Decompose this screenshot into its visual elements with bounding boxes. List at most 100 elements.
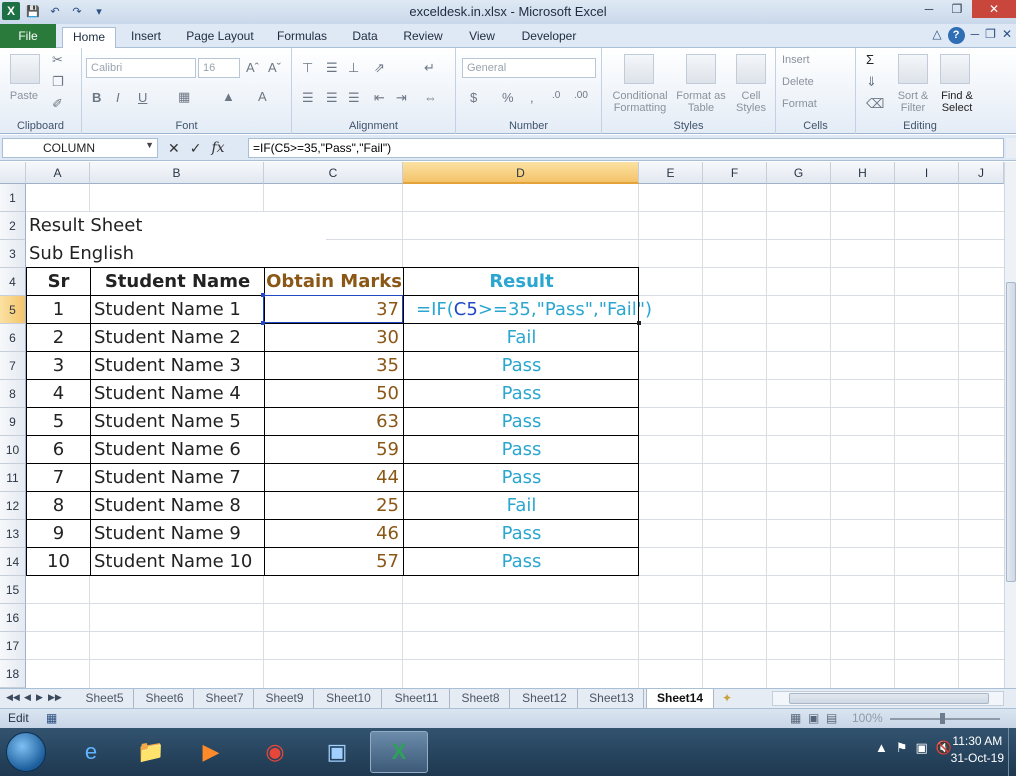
tab-data[interactable]: Data <box>346 27 384 48</box>
sr-cell[interactable]: 5 <box>26 408 90 436</box>
page-break-view-icon[interactable]: ▤ <box>826 711 837 725</box>
sort-filter-button[interactable]: Sort & Filter <box>892 90 934 114</box>
vertical-scroll-thumb[interactable] <box>1006 282 1016 582</box>
marks-cell[interactable]: 35 <box>264 352 403 380</box>
clock[interactable]: 11:30 AM 31-Oct-19 <box>951 733 1004 767</box>
result-cell[interactable]: Pass <box>403 352 639 380</box>
result-cell[interactable]: Pass <box>403 436 639 464</box>
zoom-level[interactable]: 100% <box>852 711 883 725</box>
sr-cell[interactable]: 4 <box>26 380 90 408</box>
file-explorer-icon[interactable]: 📁 <box>122 731 180 773</box>
student-name-cell[interactable]: Student Name 3 <box>90 352 264 380</box>
tab-insert[interactable]: Insert <box>124 27 168 48</box>
shrink-font-icon[interactable]: Aˇ <box>268 60 281 75</box>
row-header[interactable]: 5 <box>0 296 26 324</box>
chrome-icon[interactable]: ◉ <box>246 731 304 773</box>
decrease-indent-icon[interactable]: ⇤ <box>374 90 385 106</box>
result-cell[interactable]: Pass <box>403 520 639 548</box>
align-top-icon[interactable]: ⊤ <box>302 60 313 76</box>
column-header-a[interactable]: A <box>26 162 90 184</box>
increase-decimal-icon[interactable]: .0 <box>552 90 560 101</box>
reference-handle[interactable] <box>261 321 265 325</box>
student-name-cell[interactable]: Student Name 4 <box>90 380 264 408</box>
paste-button[interactable]: Paste <box>4 90 44 102</box>
sr-cell[interactable]: 2 <box>26 324 90 352</box>
enter-icon[interactable]: ✓ <box>190 140 202 157</box>
cell-styles-icon[interactable] <box>736 54 766 84</box>
student-name-cell[interactable]: Student Name 8 <box>90 492 264 520</box>
row-header[interactable]: 4 <box>0 268 26 296</box>
help-icon[interactable]: ? <box>947 27 965 44</box>
insert-function-button[interactable]: fx <box>211 140 224 156</box>
horizontal-scrollbar[interactable] <box>772 691 1004 706</box>
number-format-select[interactable]: General <box>462 58 596 78</box>
sr-cell[interactable]: 3 <box>26 352 90 380</box>
cell-styles-button[interactable]: Cell Styles <box>730 90 772 114</box>
close-button[interactable]: ✕ <box>972 0 1016 18</box>
fill-handle[interactable] <box>637 321 641 325</box>
grow-font-icon[interactable]: Aˆ <box>246 60 259 75</box>
row-header[interactable]: 3 <box>0 240 26 268</box>
marks-cell[interactable]: 59 <box>264 436 403 464</box>
column-header-c[interactable]: C <box>264 162 403 184</box>
align-left-icon[interactable]: ☰ <box>302 90 314 106</box>
format-as-table-icon[interactable] <box>686 54 716 84</box>
sr-cell[interactable]: 1 <box>26 296 90 324</box>
align-center-icon[interactable]: ☰ <box>326 90 338 106</box>
network-icon[interactable]: ▣ <box>916 740 928 756</box>
marks-cell[interactable]: 25 <box>264 492 403 520</box>
currency-button[interactable]: $ <box>470 90 477 105</box>
sheet-tab-active[interactable]: Sheet14 <box>646 689 714 708</box>
sr-cell[interactable]: 7 <box>26 464 90 492</box>
show-desktop-button[interactable] <box>1008 728 1016 776</box>
merge-center-icon[interactable]: ⇔ <box>424 90 437 105</box>
cancel-icon[interactable]: ✕ <box>168 140 180 157</box>
marks-cell[interactable]: 50 <box>264 380 403 408</box>
zoom-slider[interactable] <box>890 713 1000 724</box>
row-header[interactable]: 6 <box>0 324 26 352</box>
italic-button[interactable]: I <box>116 90 120 105</box>
comma-button[interactable]: , <box>530 90 534 105</box>
conditional-formatting-button[interactable]: Conditional Formatting <box>606 90 674 114</box>
image-viewer-icon[interactable]: ▣ <box>308 731 366 773</box>
formula-bar-expand[interactable] <box>1006 138 1016 158</box>
row-header[interactable]: 8 <box>0 380 26 408</box>
student-name-cell[interactable]: Student Name 7 <box>90 464 264 492</box>
zoom-slider-knob[interactable] <box>940 713 945 724</box>
column-header-f[interactable]: F <box>703 162 767 184</box>
reference-handle[interactable] <box>261 293 265 297</box>
sheet-tab[interactable]: Sheet12 <box>512 689 578 708</box>
student-name-cell[interactable]: Student Name 9 <box>90 520 264 548</box>
result-cell[interactable]: Fail <box>403 324 639 352</box>
sheet-tab[interactable]: Sheet7 <box>196 689 254 708</box>
workbook-close-icon[interactable]: ✕ <box>1002 27 1012 44</box>
result-cell[interactable]: Pass <box>403 380 639 408</box>
result-cell[interactable]: Fail <box>403 492 639 520</box>
worksheet-grid[interactable]: A B C D E F G H I J 1 2 3 4 5 6 7 8 9 10… <box>0 162 1016 688</box>
wrap-text-icon[interactable]: ↵ <box>424 60 435 76</box>
result-cell[interactable]: Pass <box>403 464 639 492</box>
row-header[interactable]: 1 <box>0 184 26 212</box>
first-sheet-icon[interactable]: ◀◀ <box>6 692 20 703</box>
percent-button[interactable]: % <box>502 90 514 105</box>
paste-icon[interactable] <box>10 54 40 84</box>
tab-home[interactable]: Home <box>62 27 116 48</box>
workbook-minimize-icon[interactable]: ─ <box>971 27 980 44</box>
column-header-b[interactable]: B <box>90 162 264 184</box>
next-sheet-icon[interactable]: ▶ <box>36 692 43 703</box>
row-header[interactable]: 17 <box>0 632 26 660</box>
name-box[interactable]: COLUMN ▼ <box>2 138 158 158</box>
page-layout-view-icon[interactable]: ▣ <box>808 711 819 725</box>
marks-cell[interactable]: 57 <box>264 548 403 576</box>
student-name-cell[interactable]: Student Name 2 <box>90 324 264 352</box>
student-name-cell[interactable]: Student Name 1 <box>90 296 264 324</box>
align-right-icon[interactable]: ☰ <box>348 90 360 106</box>
row-header[interactable]: 7 <box>0 352 26 380</box>
column-header-e[interactable]: E <box>639 162 703 184</box>
macro-record-icon[interactable]: ▦ <box>46 711 57 725</box>
autosum-button[interactable]: Σ <box>866 52 874 67</box>
bold-button[interactable]: B <box>92 90 101 105</box>
row-header[interactable]: 2 <box>0 212 26 240</box>
minimize-button[interactable]: ─ <box>916 0 942 18</box>
align-bottom-icon[interactable]: ⊥ <box>348 60 359 76</box>
